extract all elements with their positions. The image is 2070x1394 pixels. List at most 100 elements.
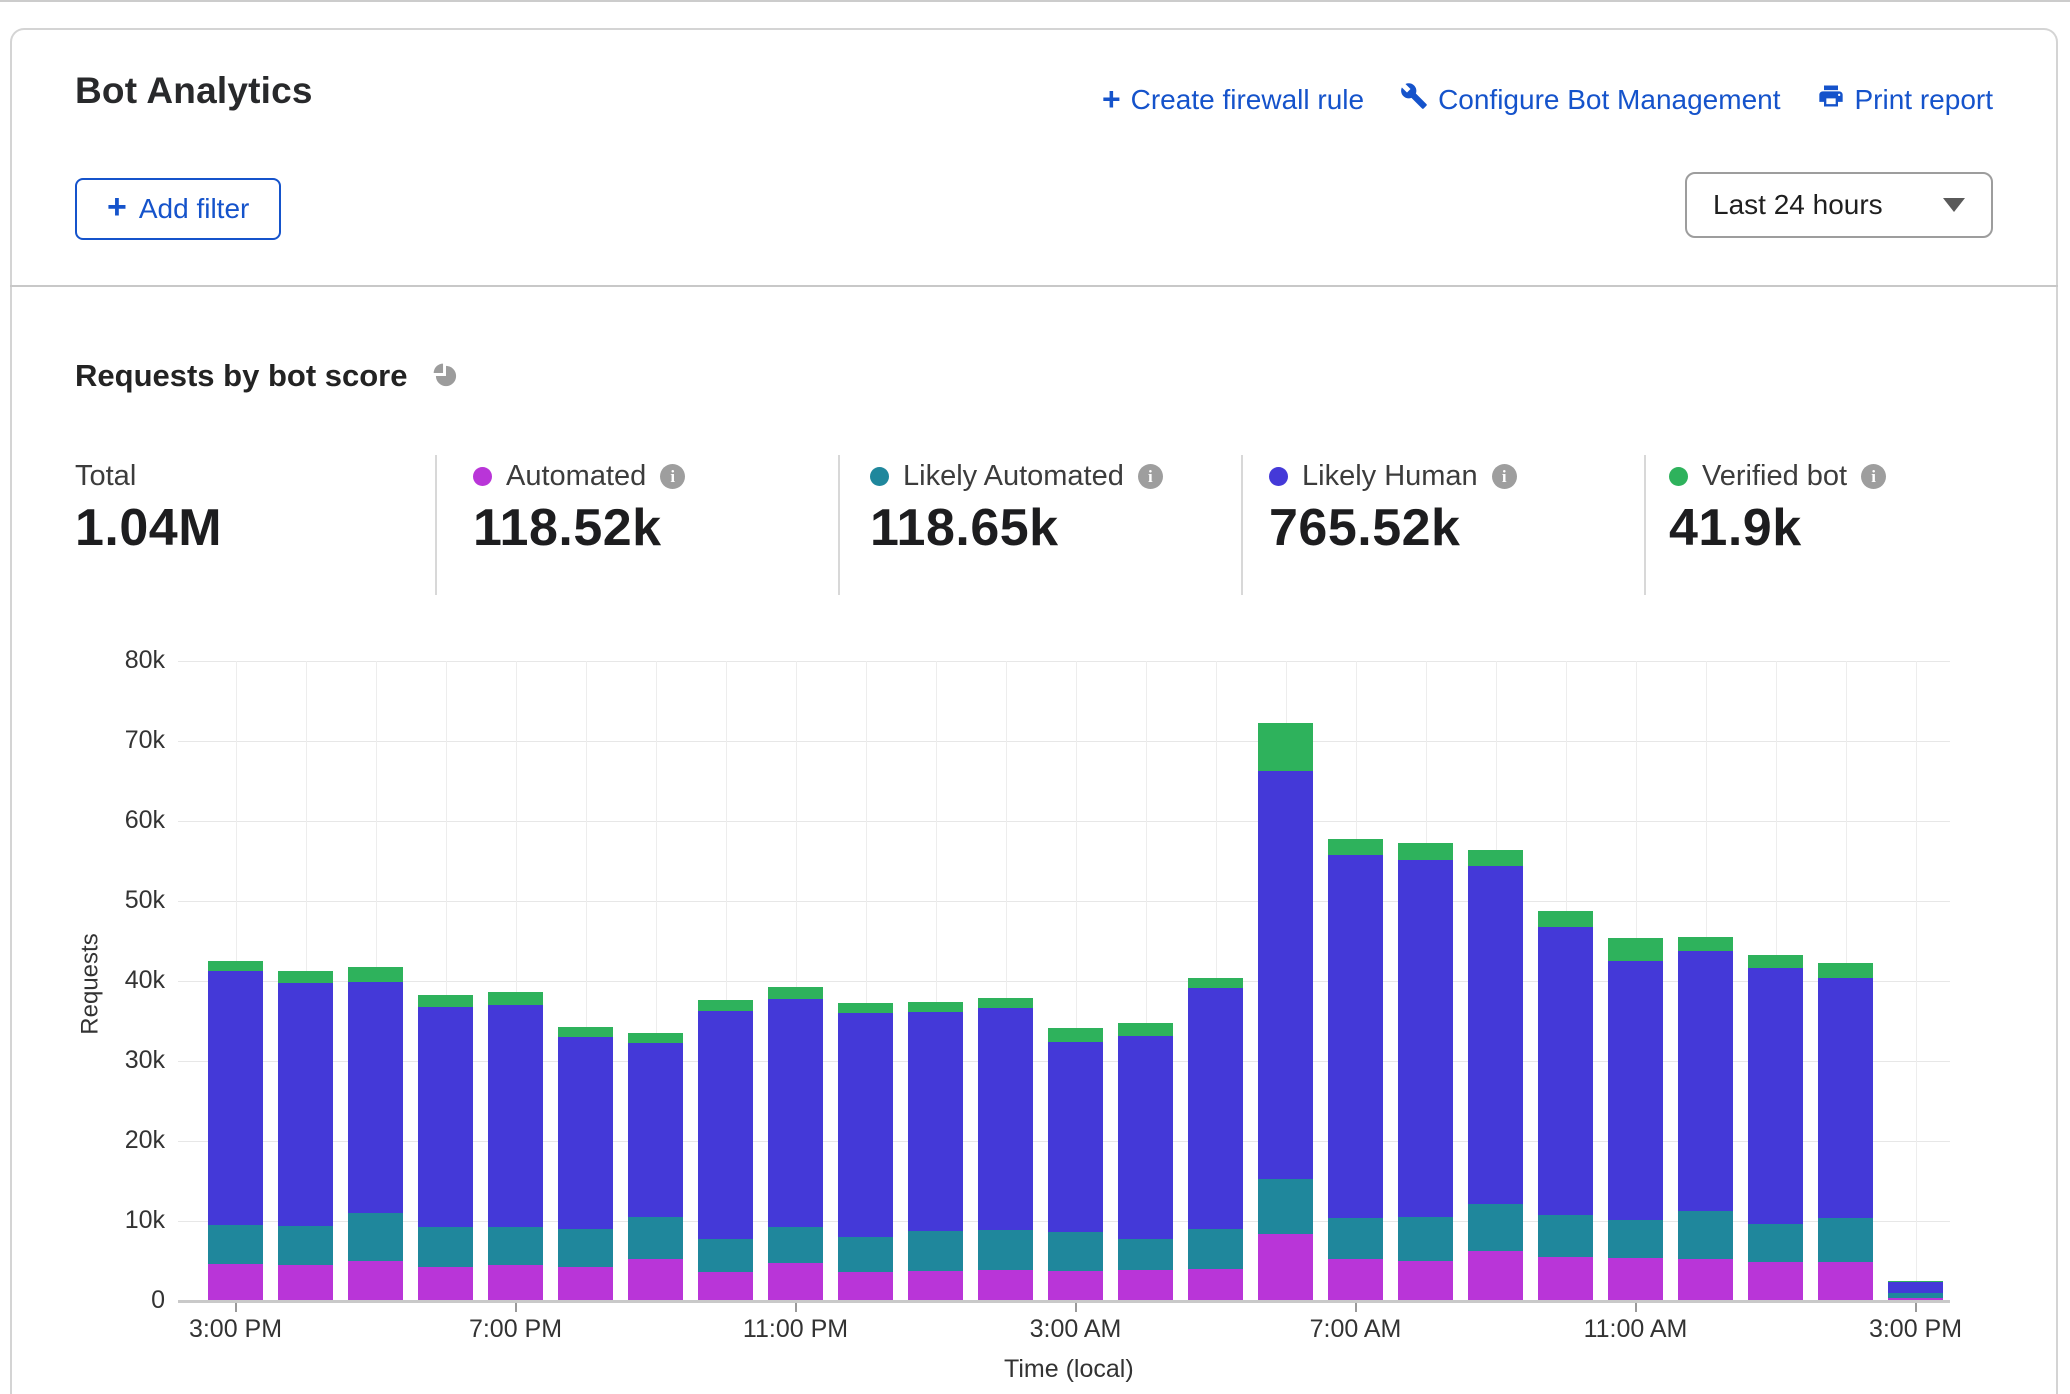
bar-segment-likely-human[interactable] bbox=[768, 999, 823, 1227]
bar-segment-automated[interactable] bbox=[278, 1265, 333, 1301]
bar-segment-automated[interactable] bbox=[628, 1259, 683, 1301]
bar-segment-automated[interactable] bbox=[1748, 1262, 1803, 1301]
bar-segment-verified-bot[interactable] bbox=[1888, 1281, 1943, 1282]
bar-segment-automated[interactable] bbox=[208, 1264, 263, 1301]
bar-segment-likely-human[interactable] bbox=[558, 1037, 613, 1229]
bar-segment-verified-bot[interactable] bbox=[838, 1003, 893, 1013]
bar-segment-automated[interactable] bbox=[1818, 1262, 1873, 1301]
bar-segment-likely-human[interactable] bbox=[1258, 771, 1313, 1179]
bar-segment-likely-automated[interactable] bbox=[1678, 1211, 1733, 1259]
bar-segment-likely-human[interactable] bbox=[1048, 1042, 1103, 1232]
bar-segment-automated[interactable] bbox=[768, 1263, 823, 1301]
bar-segment-likely-automated[interactable] bbox=[1818, 1218, 1873, 1262]
bar-segment-likely-human[interactable] bbox=[838, 1013, 893, 1237]
bar-segment-automated[interactable] bbox=[488, 1265, 543, 1301]
bar-segment-verified-bot[interactable] bbox=[488, 992, 543, 1005]
bar-segment-automated[interactable] bbox=[418, 1267, 473, 1301]
bar-segment-automated[interactable] bbox=[978, 1270, 1033, 1301]
bar-segment-likely-human[interactable] bbox=[278, 983, 333, 1226]
y-axis-tick-label: 70k bbox=[55, 726, 165, 755]
bar-segment-likely-human[interactable] bbox=[488, 1005, 543, 1227]
bar-segment-verified-bot[interactable] bbox=[558, 1027, 613, 1037]
bar-segment-likely-automated[interactable] bbox=[1328, 1218, 1383, 1260]
bar-segment-likely-human[interactable] bbox=[348, 982, 403, 1213]
bar-segment-verified-bot[interactable] bbox=[1328, 839, 1383, 854]
bar-segment-likely-automated[interactable] bbox=[1048, 1232, 1103, 1270]
bar-segment-likely-automated[interactable] bbox=[908, 1231, 963, 1271]
bar-segment-likely-automated[interactable] bbox=[1608, 1220, 1663, 1258]
bar-segment-automated[interactable] bbox=[1678, 1259, 1733, 1301]
bar-segment-likely-human[interactable] bbox=[418, 1007, 473, 1227]
bar-segment-automated[interactable] bbox=[558, 1267, 613, 1301]
bar-segment-verified-bot[interactable] bbox=[278, 971, 333, 982]
bar-segment-likely-automated[interactable] bbox=[1258, 1179, 1313, 1234]
bar-segment-automated[interactable] bbox=[698, 1272, 753, 1301]
bar-segment-likely-human[interactable] bbox=[1118, 1036, 1173, 1239]
bar-segment-likely-automated[interactable] bbox=[1398, 1217, 1453, 1261]
bar-segment-likely-automated[interactable] bbox=[1538, 1215, 1593, 1257]
bar-segment-likely-automated[interactable] bbox=[1118, 1239, 1173, 1269]
bar-segment-likely-automated[interactable] bbox=[1468, 1204, 1523, 1251]
bar-segment-verified-bot[interactable] bbox=[1608, 938, 1663, 961]
bar-segment-likely-automated[interactable] bbox=[348, 1213, 403, 1261]
bar-segment-likely-human[interactable] bbox=[1748, 968, 1803, 1224]
bar-segment-likely-human[interactable] bbox=[1328, 855, 1383, 1218]
bar-segment-verified-bot[interactable] bbox=[1748, 955, 1803, 969]
bar-segment-likely-human[interactable] bbox=[1678, 951, 1733, 1212]
bar-segment-verified-bot[interactable] bbox=[208, 961, 263, 971]
bar-segment-likely-automated[interactable] bbox=[1748, 1224, 1803, 1262]
bar-segment-verified-bot[interactable] bbox=[1118, 1023, 1173, 1036]
bar-segment-verified-bot[interactable] bbox=[1048, 1028, 1103, 1042]
bar-segment-likely-human[interactable] bbox=[1188, 988, 1243, 1229]
bar-segment-likely-human[interactable] bbox=[1538, 927, 1593, 1215]
bar-segment-likely-human[interactable] bbox=[978, 1008, 1033, 1230]
bar-segment-likely-automated[interactable] bbox=[418, 1227, 473, 1266]
bar-segment-likely-human[interactable] bbox=[1818, 978, 1873, 1218]
bar-segment-likely-human[interactable] bbox=[208, 971, 263, 1225]
bar-segment-verified-bot[interactable] bbox=[1398, 843, 1453, 860]
bar-segment-automated[interactable] bbox=[1188, 1269, 1243, 1301]
bar-segment-likely-automated[interactable] bbox=[488, 1227, 543, 1265]
bar-segment-automated[interactable] bbox=[1608, 1258, 1663, 1301]
bar-segment-verified-bot[interactable] bbox=[1818, 963, 1873, 977]
bar-segment-automated[interactable] bbox=[1398, 1261, 1453, 1301]
bar-segment-likely-automated[interactable] bbox=[628, 1217, 683, 1259]
bar-segment-verified-bot[interactable] bbox=[978, 998, 1033, 1008]
bar-segment-automated[interactable] bbox=[908, 1271, 963, 1301]
bar-segment-likely-automated[interactable] bbox=[768, 1227, 823, 1264]
bar-segment-likely-automated[interactable] bbox=[1888, 1293, 1943, 1298]
bar-segment-verified-bot[interactable] bbox=[1188, 978, 1243, 988]
bar-segment-verified-bot[interactable] bbox=[698, 1000, 753, 1011]
bar-segment-likely-automated[interactable] bbox=[558, 1229, 613, 1267]
bar-segment-automated[interactable] bbox=[348, 1261, 403, 1301]
bar-segment-verified-bot[interactable] bbox=[348, 967, 403, 981]
bar-segment-automated[interactable] bbox=[1118, 1270, 1173, 1301]
bar-segment-verified-bot[interactable] bbox=[1538, 911, 1593, 927]
bar-segment-likely-automated[interactable] bbox=[1188, 1229, 1243, 1269]
bar-segment-verified-bot[interactable] bbox=[418, 995, 473, 1008]
bar-segment-likely-automated[interactable] bbox=[278, 1226, 333, 1265]
bar-segment-likely-human[interactable] bbox=[1888, 1282, 1943, 1293]
bar-segment-likely-automated[interactable] bbox=[698, 1239, 753, 1273]
bar-segment-likely-automated[interactable] bbox=[838, 1237, 893, 1272]
bar-segment-verified-bot[interactable] bbox=[1258, 723, 1313, 771]
bar-segment-automated[interactable] bbox=[1048, 1271, 1103, 1301]
bar-segment-likely-human[interactable] bbox=[1608, 961, 1663, 1220]
bar-segment-automated[interactable] bbox=[1538, 1257, 1593, 1301]
bar-segment-verified-bot[interactable] bbox=[628, 1033, 683, 1043]
bar-segment-automated[interactable] bbox=[1258, 1234, 1313, 1301]
bar-segment-verified-bot[interactable] bbox=[908, 1002, 963, 1012]
bar-segment-likely-automated[interactable] bbox=[208, 1225, 263, 1264]
bar-segment-likely-human[interactable] bbox=[698, 1011, 753, 1238]
bar-segment-automated[interactable] bbox=[1468, 1251, 1523, 1301]
bar-segment-likely-human[interactable] bbox=[1398, 860, 1453, 1217]
bar-segment-verified-bot[interactable] bbox=[1468, 850, 1523, 866]
bar-segment-automated[interactable] bbox=[838, 1272, 893, 1301]
bar-segment-likely-human[interactable] bbox=[628, 1043, 683, 1217]
bar-segment-verified-bot[interactable] bbox=[1678, 937, 1733, 951]
bar-segment-likely-automated[interactable] bbox=[978, 1230, 1033, 1270]
bar-segment-likely-human[interactable] bbox=[908, 1012, 963, 1231]
bar-segment-automated[interactable] bbox=[1328, 1259, 1383, 1301]
bar-segment-verified-bot[interactable] bbox=[768, 987, 823, 998]
bar-segment-likely-human[interactable] bbox=[1468, 866, 1523, 1204]
